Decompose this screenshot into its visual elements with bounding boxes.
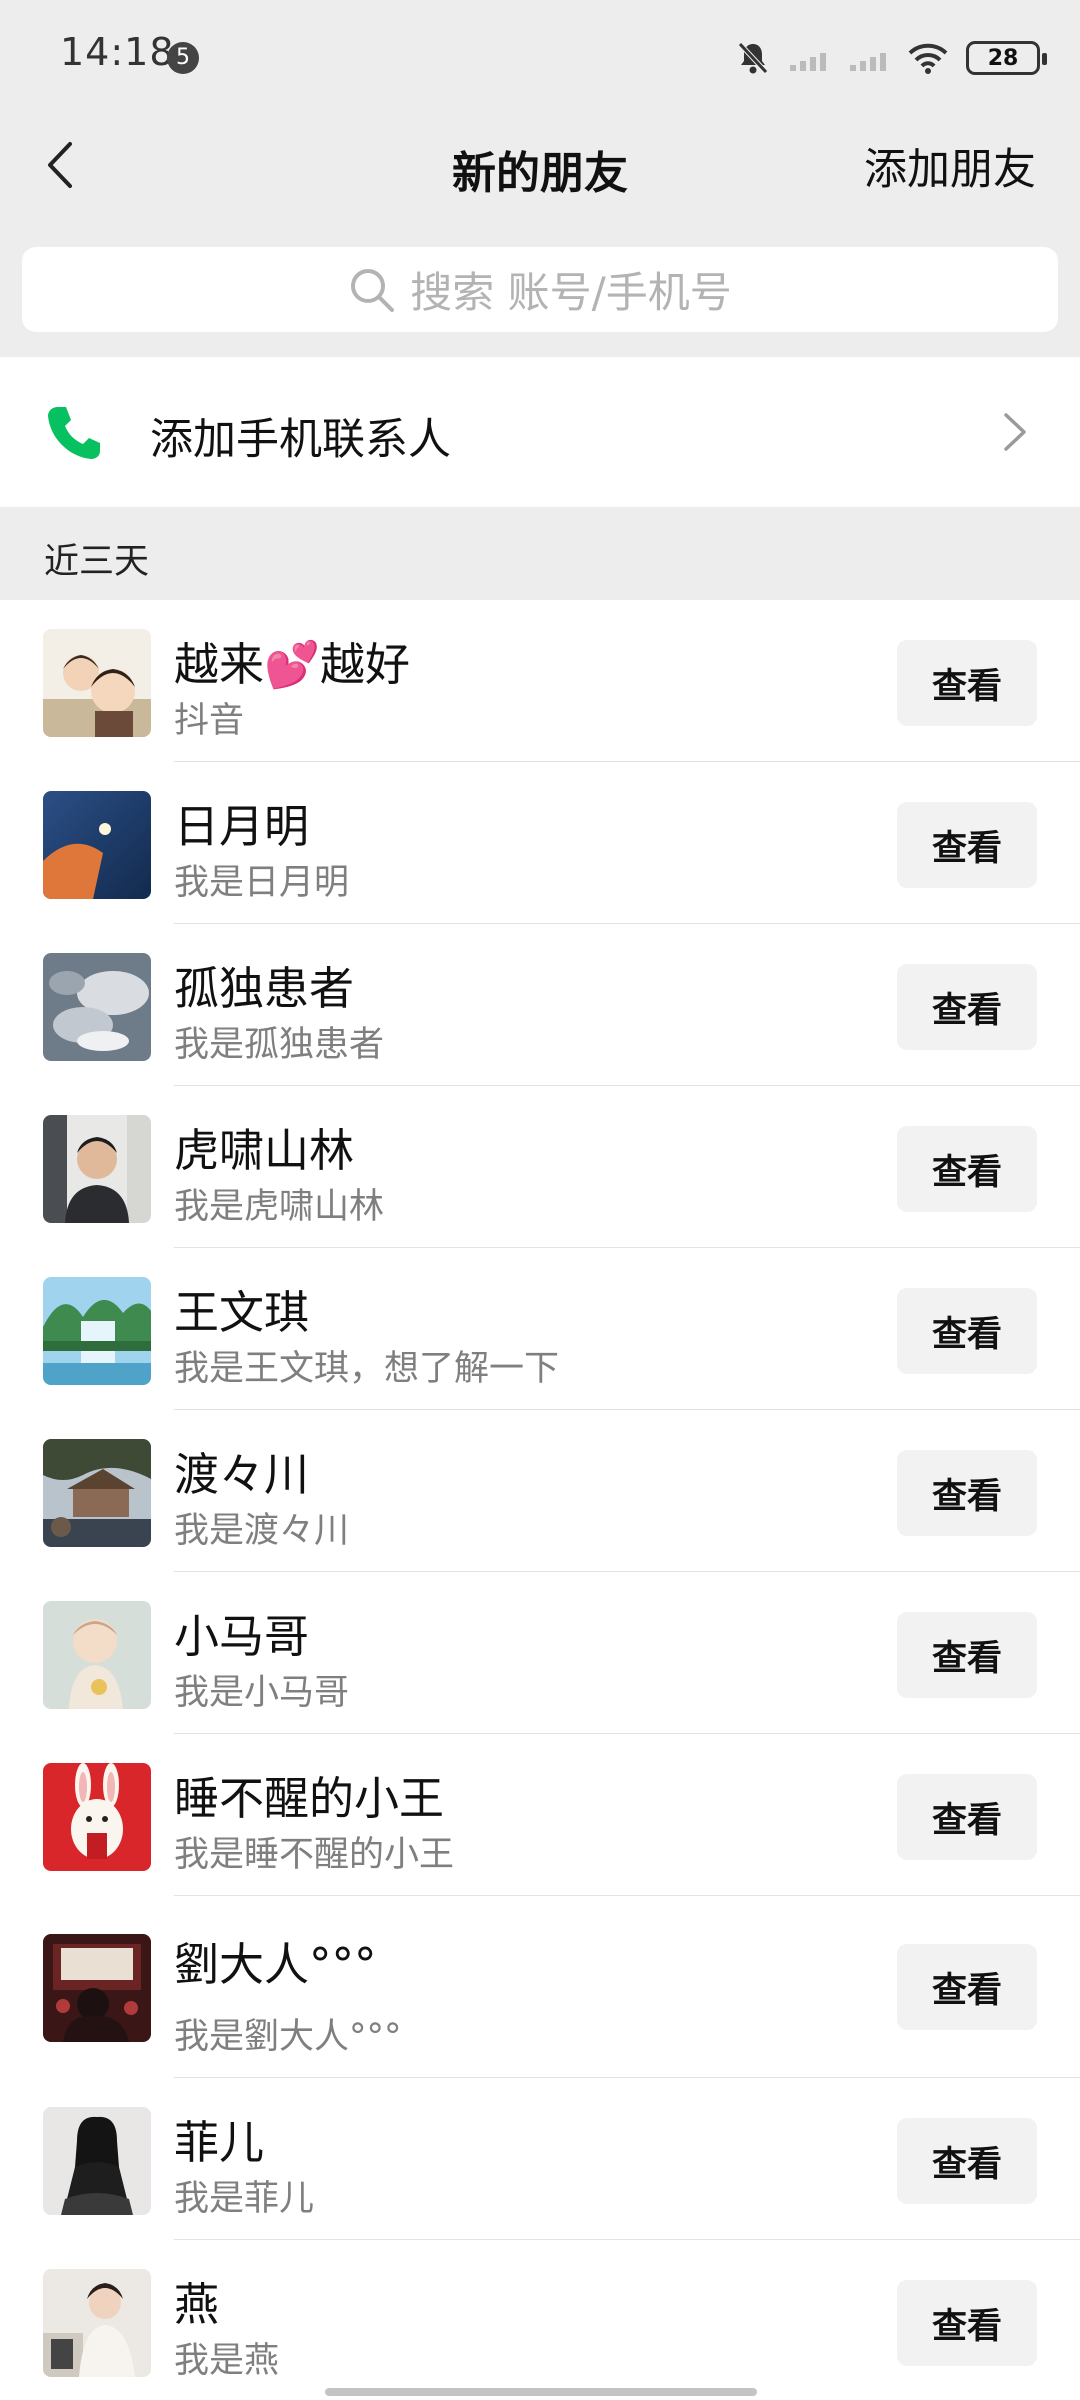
section-header: 近三天 — [0, 507, 1080, 600]
status-icons: 28 — [736, 38, 1047, 78]
contact-subtitle: 我是燕 — [174, 2341, 280, 2381]
contact-name: 越来💕越好 — [174, 638, 411, 691]
avatar — [43, 953, 151, 1061]
battery-icon: 28 — [966, 41, 1047, 75]
contact-subtitle: 我是孤独患者 — [174, 1025, 385, 1065]
status-time: 14:18 — [60, 30, 175, 74]
contact-name: 劉大人°°° — [174, 1938, 377, 1991]
view-button[interactable]: 查看 — [897, 802, 1037, 888]
nav-bar: 新的朋友 添加朋友 — [0, 115, 1080, 215]
contact-name: 小马哥 — [174, 1610, 310, 1663]
list-item[interactable]: 渡々川 我是渡々川 查看 — [0, 1410, 1080, 1572]
contact-subtitle: 我是劉大人°°° — [174, 2017, 402, 2057]
contact-name: 渡々川 — [174, 1448, 310, 1501]
battery-level: 28 — [987, 45, 1019, 71]
wifi-icon — [908, 43, 948, 74]
list-item[interactable]: 王文琪 我是王文琪，想了解一下 查看 — [0, 1248, 1080, 1410]
contact-name: 日月明 — [174, 800, 310, 853]
add-phone-contacts-label: 添加手机联系人 — [150, 415, 451, 465]
view-button[interactable]: 查看 — [897, 2118, 1037, 2204]
avatar — [43, 1601, 151, 1709]
add-phone-contacts-row[interactable]: 添加手机联系人 — [0, 357, 1080, 507]
contact-name: 王文琪 — [174, 1286, 310, 1339]
signal-icon — [790, 53, 826, 71]
list-item[interactable]: 睡不醒的小王 我是睡不醒的小王 查看 — [0, 1734, 1080, 1896]
contact-subtitle: 我是王文琪，想了解一下 — [174, 1349, 560, 1389]
list-item[interactable]: 日月明 我是日月明 查看 — [0, 762, 1080, 924]
status-bar: 14:18 5 28 — [0, 0, 1080, 115]
search-placeholder: 搜索 账号/手机号 — [410, 268, 732, 317]
avatar — [43, 1763, 151, 1871]
contact-name: 孤独患者 — [174, 962, 355, 1015]
view-button[interactable]: 查看 — [897, 1450, 1037, 1536]
avatar — [43, 791, 151, 899]
contact-subtitle: 我是睡不醒的小王 — [174, 1835, 455, 1875]
list-item[interactable]: 燕 我是燕 查看 — [0, 2240, 1080, 2400]
list-item[interactable]: 虎啸山林 我是虎啸山林 查看 — [0, 1086, 1080, 1248]
view-button[interactable]: 查看 — [897, 1774, 1037, 1860]
contact-subtitle: 我是虎啸山林 — [174, 1187, 385, 1227]
list-item[interactable]: 孤独患者 我是孤独患者 查看 — [0, 924, 1080, 1086]
signal-icon — [850, 53, 886, 71]
contact-name: 虎啸山林 — [174, 1124, 355, 1177]
avatar — [43, 2107, 151, 2215]
contact-subtitle: 我是渡々川 — [174, 1511, 350, 1551]
list-item[interactable]: 越来💕越好 抖音 查看 — [0, 600, 1080, 762]
contact-name: 菲儿 — [174, 2116, 265, 2169]
list-item[interactable]: 菲儿 我是菲儿 查看 — [0, 2078, 1080, 2240]
avatar — [43, 1277, 151, 1385]
contact-name: 睡不醒的小王 — [174, 1772, 445, 1825]
view-button[interactable]: 查看 — [897, 1944, 1037, 2030]
view-button[interactable]: 查看 — [897, 1612, 1037, 1698]
list-item[interactable]: 劉大人°°° 我是劉大人°°° 查看 — [0, 1896, 1080, 2078]
contact-subtitle: 我是菲儿 — [174, 2179, 315, 2219]
contact-subtitle: 抖音 — [174, 701, 245, 741]
list-item[interactable]: 小马哥 我是小马哥 查看 — [0, 1572, 1080, 1734]
search-icon — [351, 268, 395, 312]
view-button[interactable]: 查看 — [897, 2280, 1037, 2366]
avatar — [43, 1439, 151, 1547]
contact-subtitle: 我是小马哥 — [174, 1673, 350, 1713]
notification-badge: 5 — [167, 42, 199, 74]
view-button[interactable]: 查看 — [897, 640, 1037, 726]
avatar — [43, 2269, 151, 2377]
view-button[interactable]: 查看 — [897, 1126, 1037, 1212]
search-input[interactable]: 搜索 账号/手机号 — [22, 247, 1058, 332]
view-button[interactable]: 查看 — [897, 1288, 1037, 1374]
section-title: 近三天 — [44, 542, 150, 582]
avatar — [43, 1115, 151, 1223]
friend-request-list: 越来💕越好 抖音 查看 日月明 我是日月明 查看 孤独患者 我是孤独患者 查看 — [0, 600, 1080, 2400]
contact-subtitle: 我是日月明 — [174, 863, 350, 903]
view-button[interactable]: 查看 — [897, 964, 1037, 1050]
chevron-right-icon — [1004, 413, 1026, 451]
avatar — [43, 1934, 151, 2042]
contact-name: 燕 — [174, 2278, 220, 2331]
phone-icon — [48, 407, 100, 459]
new-friends-screen: 14:18 5 28 新的朋友 添加朋友 搜索 账号/手机号 添加手机联系人 近… — [0, 0, 1080, 2400]
avatar — [43, 629, 151, 737]
home-indicator[interactable] — [325, 2388, 757, 2396]
mute-bell-icon — [738, 42, 768, 74]
add-friend-button[interactable]: 添加朋友 — [864, 135, 1036, 197]
